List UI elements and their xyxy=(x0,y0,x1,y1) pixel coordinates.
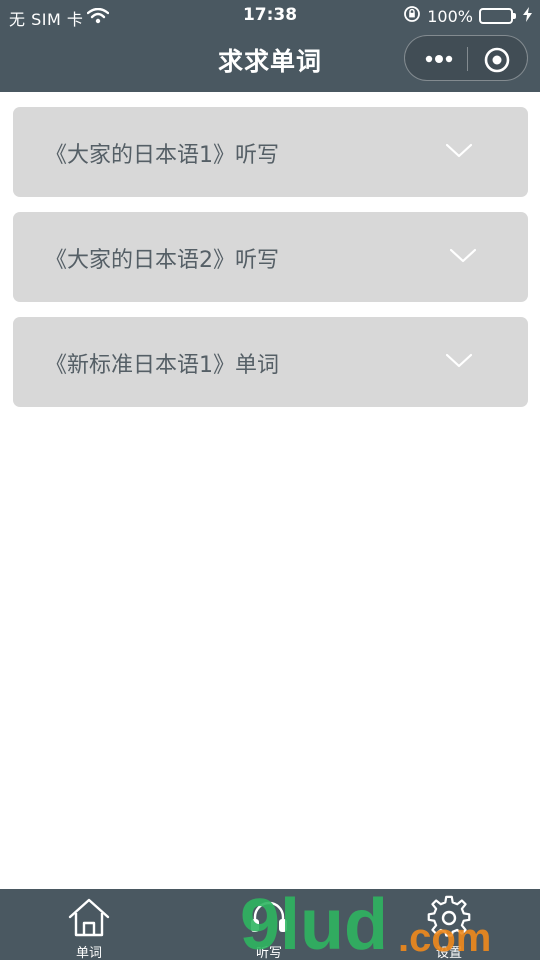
tab-label: 单词 xyxy=(75,946,102,960)
gear-icon xyxy=(426,895,472,941)
chevron-down-icon[interactable] xyxy=(445,143,473,159)
chevron-down-icon[interactable] xyxy=(449,248,477,264)
section-card-3[interactable]: 《新标准日本语1》单词 xyxy=(13,317,528,407)
screen: 无 SIM 卡 17:38 100% 求求单词 《大家的日本语1》听写 《大家的… xyxy=(0,0,540,960)
battery-icon xyxy=(479,8,516,24)
section-label: 《大家的日本语2》听写 xyxy=(45,248,279,273)
tab-settings[interactable]: 设置 xyxy=(389,889,509,960)
section-list: 《大家的日本语1》听写 《大家的日本语2》听写 《新标准日本语1》单词 xyxy=(13,107,528,422)
charging-icon xyxy=(523,6,532,26)
capsule-close-icon[interactable] xyxy=(483,46,511,74)
tab-label: 设置 xyxy=(435,946,462,960)
capsule-divider xyxy=(467,47,468,71)
section-label: 《新标准日本语1》单词 xyxy=(45,353,279,378)
menu-capsule xyxy=(404,35,528,81)
battery-percent: 100% xyxy=(427,6,473,26)
section-card-1[interactable]: 《大家的日本语1》听写 xyxy=(13,107,528,197)
section-card-2[interactable]: 《大家的日本语2》听写 xyxy=(13,212,528,302)
tab-label: 听写 xyxy=(255,946,282,960)
rotation-lock-icon xyxy=(403,5,421,27)
top-bar: 无 SIM 卡 17:38 100% 求求单词 xyxy=(0,0,540,92)
chevron-down-icon[interactable] xyxy=(445,353,473,369)
section-label: 《大家的日本语1》听写 xyxy=(45,143,279,168)
tab-dictation[interactable]: 听写 xyxy=(209,889,329,960)
headset-icon xyxy=(246,895,292,941)
tab-words[interactable]: 单词 xyxy=(29,889,149,960)
status-bar: 无 SIM 卡 17:38 100% xyxy=(0,0,540,32)
tab-bar: 单词 听写 设置 xyxy=(0,889,540,960)
home-icon xyxy=(66,895,112,941)
more-dots-icon[interactable] xyxy=(423,48,455,70)
status-right: 100% xyxy=(403,5,532,27)
